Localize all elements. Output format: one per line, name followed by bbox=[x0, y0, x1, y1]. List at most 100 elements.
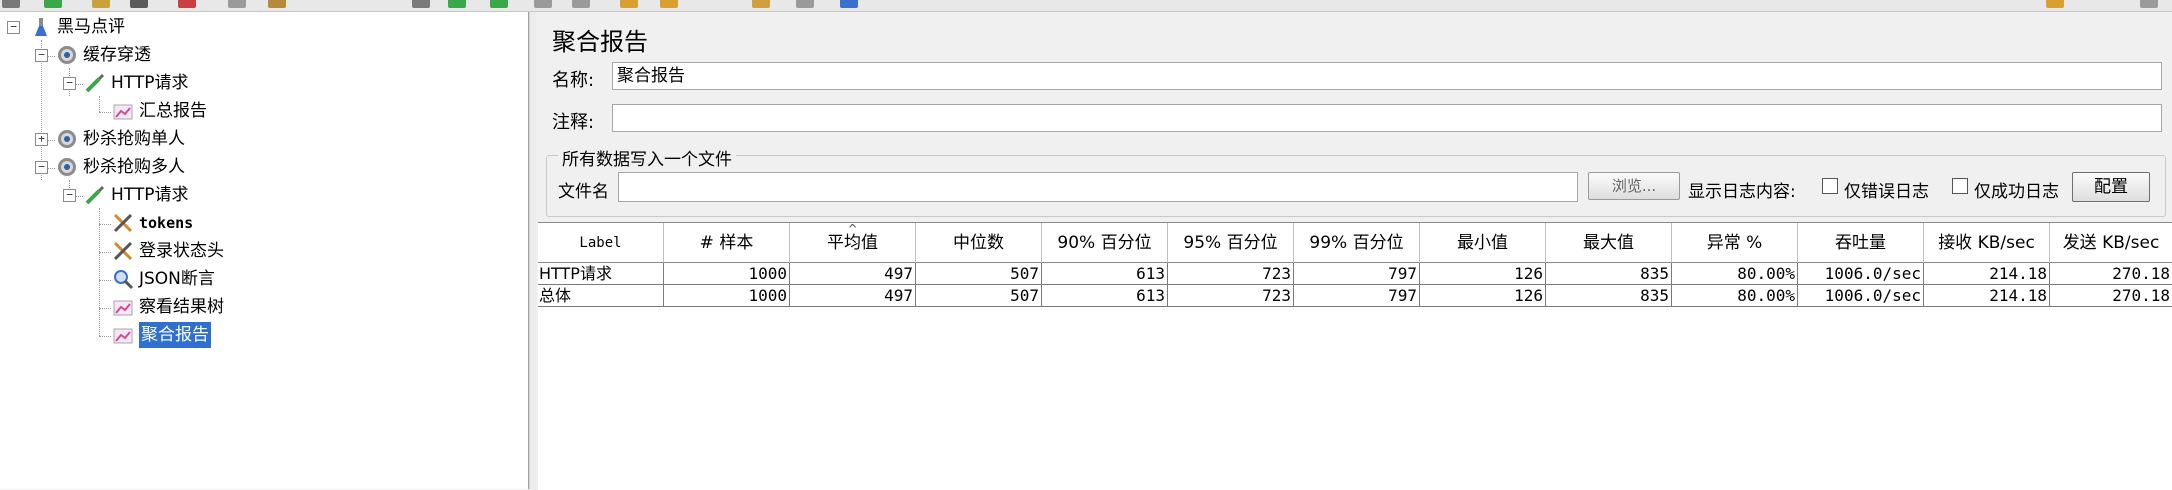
tree-node-http-request[interactable]: HTTP请求 bbox=[84, 70, 189, 96]
toolbar-icon[interactable] bbox=[572, 0, 590, 8]
col-header-sent-kb[interactable]: 发送 KB/sec bbox=[2050, 223, 2172, 263]
tree-connector bbox=[99, 252, 111, 253]
cell-median: 507 bbox=[916, 263, 1042, 285]
cell-min: 126 bbox=[1420, 263, 1546, 285]
toolbar-icon[interactable] bbox=[796, 0, 814, 8]
filename-label: 文件名 bbox=[558, 182, 609, 202]
errors-only-checkbox[interactable] bbox=[1822, 178, 1838, 194]
toolbar-icon[interactable] bbox=[2046, 0, 2064, 8]
magnifier-icon bbox=[112, 268, 134, 290]
write-results-group-title: 所有数据写入一个文件 bbox=[558, 145, 736, 170]
cell-average: 497 bbox=[790, 285, 916, 307]
cell-error-pct: 80.00% bbox=[1672, 285, 1798, 307]
filename-field[interactable] bbox=[618, 172, 1578, 202]
comment-label: 注释: bbox=[552, 112, 595, 133]
expand-toggle[interactable]: + bbox=[35, 133, 48, 146]
tree-node-label: 秒杀抢购单人 bbox=[83, 129, 185, 149]
success-only-label[interactable]: 仅成功日志 bbox=[1974, 177, 2059, 202]
toolbar-icon[interactable] bbox=[44, 0, 62, 8]
collapse-toggle[interactable]: − bbox=[7, 21, 20, 34]
errors-only-label[interactable]: 仅错误日志 bbox=[1844, 177, 1929, 202]
name-field[interactable]: 聚合报告 bbox=[612, 62, 2162, 90]
tools-icon bbox=[112, 240, 134, 262]
tree-node-seckill-single[interactable]: 秒杀抢购单人 bbox=[56, 126, 185, 152]
toolbar-icon[interactable] bbox=[752, 0, 770, 8]
tree-node-aggregate-report[interactable]: 聚合报告 bbox=[112, 322, 211, 348]
gear-icon bbox=[56, 128, 78, 150]
col-header-average[interactable]: ^ 平均值 bbox=[790, 222, 916, 263]
tree-node-seckill-multi[interactable]: 秒杀抢购多人 bbox=[56, 154, 185, 180]
tree-connector bbox=[99, 96, 100, 112]
toolbar-icon[interactable] bbox=[490, 0, 508, 8]
toolbar-icon[interactable] bbox=[660, 0, 678, 8]
toolbar-icon[interactable] bbox=[2, 0, 20, 8]
cell-throughput: 1006.0/sec bbox=[1798, 285, 1924, 307]
collapse-toggle[interactable]: − bbox=[63, 189, 76, 202]
toolbar-icon[interactable] bbox=[620, 0, 638, 8]
toolbar-icon[interactable] bbox=[178, 0, 196, 8]
sort-ascending-icon: ^ bbox=[847, 222, 858, 236]
test-plan-tree[interactable]: − − − + − − 黑马点评 缓存穿透 HTTP请求 汇总报告 秒杀抢购单人 bbox=[0, 12, 529, 489]
col-header-throughput[interactable]: 吞吐量 bbox=[1798, 223, 1924, 263]
col-header-median[interactable]: 中位数 bbox=[916, 223, 1042, 263]
toolbar-icon[interactable] bbox=[840, 0, 858, 8]
col-header-label[interactable]: Label bbox=[538, 223, 664, 263]
col-header-samples[interactable]: # 样本 bbox=[664, 223, 790, 263]
tree-node-cache-penetration[interactable]: 缓存穿透 bbox=[56, 42, 151, 68]
toolbar-icon[interactable] bbox=[448, 0, 466, 8]
col-header-99-line[interactable]: 99% 百分位 bbox=[1294, 223, 1420, 263]
cell-median: 507 bbox=[916, 285, 1042, 307]
toolbar-icon[interactable] bbox=[268, 0, 286, 8]
pipette-icon bbox=[84, 184, 106, 206]
tree-node-tokens[interactable]: tokens bbox=[112, 210, 193, 236]
toolbar-icon[interactable] bbox=[130, 0, 148, 8]
cell-samples: 1000 bbox=[664, 263, 790, 285]
col-header-95-line[interactable]: 95% 百分位 bbox=[1168, 223, 1294, 263]
graph-icon bbox=[112, 100, 134, 122]
tree-node-json-assertion[interactable]: JSON断言 bbox=[112, 266, 215, 292]
tree-node-http-request-2[interactable]: HTTP请求 bbox=[84, 182, 189, 208]
collapse-toggle[interactable]: − bbox=[35, 161, 48, 174]
cell-90-line: 613 bbox=[1042, 285, 1168, 307]
tree-node-label: 登录状态头 bbox=[139, 241, 224, 261]
tree-node-label: tokens bbox=[139, 214, 194, 232]
col-header-received-kb[interactable]: 接收 KB/sec bbox=[1924, 223, 2050, 263]
configure-button[interactable]: 配置 bbox=[2072, 172, 2150, 202]
toolbar-icon[interactable] bbox=[228, 0, 246, 8]
cell-min: 126 bbox=[1420, 285, 1546, 307]
tree-node-view-results-tree[interactable]: 察看结果树 bbox=[112, 294, 224, 320]
col-header-90-line[interactable]: 90% 百分位 bbox=[1042, 223, 1168, 263]
tree-node-login-header[interactable]: 登录状态头 bbox=[112, 238, 224, 264]
flask-icon bbox=[30, 16, 52, 38]
cell-received-kb: 214.18 bbox=[1924, 285, 2050, 307]
cell-95-line: 723 bbox=[1168, 285, 1294, 307]
tree-node-test-plan[interactable]: 黑马点评 bbox=[30, 14, 125, 40]
tree-node-label: 秒杀抢购多人 bbox=[83, 157, 185, 177]
results-table[interactable]: Label # 样本 ^ 平均值 中位数 90% 百分位 95% 百分位 99%… bbox=[538, 222, 2172, 490]
toolbar-icon[interactable] bbox=[2140, 0, 2158, 8]
cell-throughput: 1006.0/sec bbox=[1798, 263, 1924, 285]
toolbar-icon[interactable] bbox=[534, 0, 552, 8]
cell-max: 835 bbox=[1546, 263, 1672, 285]
col-header-max[interactable]: 最大值 bbox=[1546, 223, 1672, 263]
tree-node-label: HTTP请求 bbox=[111, 185, 189, 205]
toolbar-icon[interactable] bbox=[92, 0, 110, 8]
gear-icon bbox=[56, 156, 78, 178]
cell-average: 497 bbox=[790, 263, 916, 285]
cell-sent-kb: 270.18 bbox=[2050, 285, 2172, 307]
tree-node-summary-report[interactable]: 汇总报告 bbox=[112, 98, 207, 124]
col-header-min[interactable]: 最小值 bbox=[1420, 223, 1546, 263]
toolbar-icon[interactable] bbox=[412, 0, 430, 8]
comment-field[interactable] bbox=[612, 104, 2162, 132]
name-label: 名称: bbox=[552, 70, 595, 91]
cell-99-line: 797 bbox=[1294, 285, 1420, 307]
tree-connector bbox=[99, 208, 100, 336]
tree-connector bbox=[99, 336, 111, 337]
col-header-error-pct[interactable]: 异常 % bbox=[1672, 223, 1798, 263]
tree-connector bbox=[99, 308, 111, 309]
collapse-toggle[interactable]: − bbox=[63, 77, 76, 90]
collapse-toggle[interactable]: − bbox=[35, 49, 48, 62]
cell-90-line: 613 bbox=[1042, 263, 1168, 285]
success-only-checkbox[interactable] bbox=[1952, 178, 1968, 194]
browse-button[interactable]: 浏览... bbox=[1588, 172, 1680, 200]
